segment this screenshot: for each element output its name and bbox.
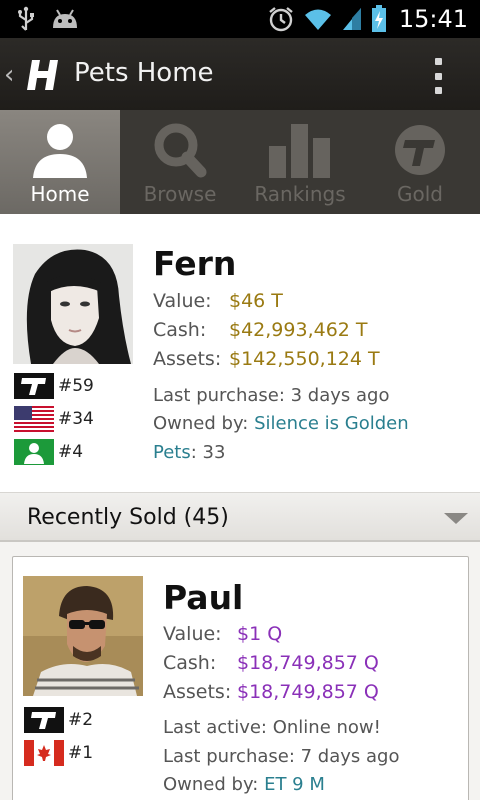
t-logo-icon — [14, 372, 54, 399]
search-icon — [154, 123, 207, 178]
owned-by: Owned by: ET 9 M — [163, 774, 325, 795]
pets-count: Pets: 33 — [153, 442, 226, 463]
cash-row: Cash: $18,749,857 Q — [163, 652, 379, 674]
sold-pet-ranks: #2 #1 — [24, 703, 93, 769]
bar-chart-icon — [269, 124, 330, 178]
owned-by: Owned by: Silence is Golden — [153, 413, 409, 434]
android-icon — [53, 9, 77, 28]
tab-browse-label: Browse — [143, 182, 217, 206]
us-flag-icon — [14, 405, 54, 432]
sold-pet-name: Paul — [163, 578, 244, 617]
assets-row: Assets: $142,550,124 T — [153, 348, 380, 370]
assets-amount: $142,550,124 T — [229, 348, 380, 370]
clock-time: 15:41 — [398, 5, 468, 33]
signal-icon — [342, 8, 361, 30]
tab-home[interactable]: Home — [0, 110, 120, 214]
last-active: Last active: Online now! — [163, 717, 381, 738]
friends-icon — [14, 438, 54, 465]
rank-row: #2 — [24, 703, 93, 736]
owner-link[interactable]: ET 9 M — [264, 774, 325, 795]
action-bar: ‹ Pets Home — [0, 38, 480, 110]
app-logo-icon[interactable] — [26, 60, 62, 90]
canada-flag-icon — [24, 739, 64, 766]
tab-bar: Home Browse Rankings Gold — [0, 110, 480, 214]
tab-rankings-label: Rankings — [254, 182, 346, 206]
profile-ranks: #59 #34 #4 — [14, 369, 94, 468]
value-row: Value: $1 Q — [163, 623, 283, 645]
assets-row: Assets: $18,749,857 Q — [163, 681, 379, 703]
alarm-icon — [269, 7, 293, 32]
rank-row: #1 — [24, 736, 93, 769]
value-amount: $1 Q — [237, 623, 283, 645]
value-amount: $46 T — [229, 290, 283, 312]
pets-link[interactable]: Pets — [153, 442, 191, 463]
tab-rankings[interactable]: Rankings — [240, 110, 360, 214]
tab-gold-label: Gold — [397, 182, 443, 206]
last-purchase: Last purchase: 3 days ago — [153, 385, 390, 406]
tab-home-label: Home — [30, 182, 90, 206]
rank-row: #4 — [14, 435, 94, 468]
person-icon — [33, 124, 87, 178]
back-chevron-icon[interactable]: ‹ — [4, 60, 14, 90]
recently-sold-header[interactable]: Recently Sold (45) — [0, 492, 480, 542]
profile-photo[interactable] — [13, 244, 133, 364]
battery-charging-icon — [371, 5, 386, 32]
cash-amount: $18,749,857 Q — [237, 652, 379, 674]
cash-amount: $42,993,462 T — [229, 319, 368, 341]
overflow-menu-icon[interactable] — [432, 58, 444, 94]
profile-name: Fern — [153, 244, 237, 283]
profile-section: #59 #34 #4 Fern Value: $46 T Cash: $42,9… — [0, 214, 480, 492]
owner-link[interactable]: Silence is Golden — [254, 413, 409, 434]
sold-pet-photo[interactable] — [23, 576, 143, 696]
recently-sold-list: #2 #1 Paul Value: $1 Q Cash: $18,749,857… — [0, 542, 480, 800]
sold-pet-card[interactable]: #2 #1 Paul Value: $1 Q Cash: $18,749,857… — [12, 556, 469, 800]
status-bar: 15:41 — [0, 0, 480, 38]
assets-amount: $18,749,857 Q — [237, 681, 379, 703]
section-title: Recently Sold (45) — [27, 505, 229, 530]
chevron-down-icon[interactable] — [444, 513, 468, 524]
usb-icon — [18, 6, 34, 31]
t-logo-icon — [24, 706, 64, 733]
rank-row: #34 — [14, 402, 94, 435]
cash-row: Cash: $42,993,462 T — [153, 319, 368, 341]
wifi-icon — [304, 9, 331, 30]
gold-coin-icon — [395, 125, 445, 175]
tab-gold[interactable]: Gold — [360, 110, 480, 214]
last-purchase: Last purchase: 7 days ago — [163, 746, 400, 767]
rank-row: #59 — [14, 369, 94, 402]
value-row: Value: $46 T — [153, 290, 283, 312]
tab-browse[interactable]: Browse — [120, 110, 240, 214]
app-title: Pets Home — [74, 58, 214, 88]
